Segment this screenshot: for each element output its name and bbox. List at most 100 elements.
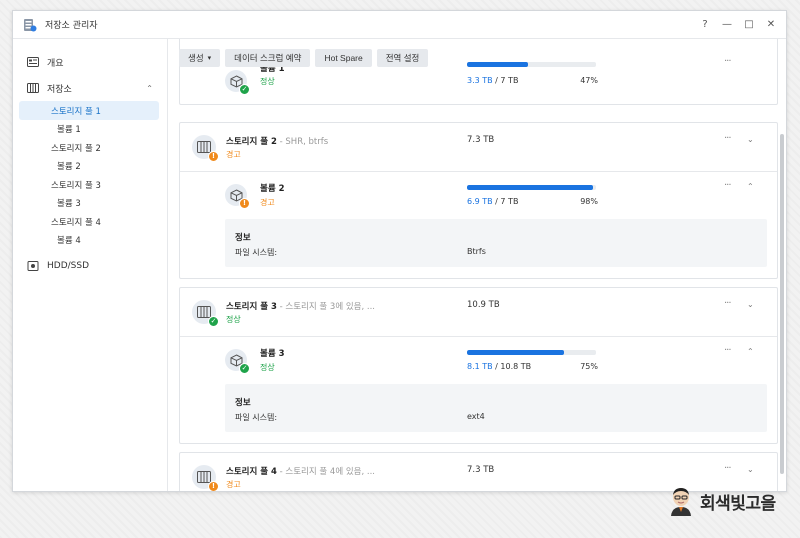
usage-text: 6.9 TB / 7 TB [467, 197, 518, 206]
storage-manager-app-icon [24, 18, 37, 31]
filesystem-value: Btrfs [467, 247, 486, 256]
storage-pool-3-card: ✓ 스토리지 풀 3 - 스토리지 풀 3에 있음, ... 정상 10.9 T… [179, 287, 778, 444]
hot-spare-button[interactable]: Hot Spare [315, 49, 372, 67]
avatar-icon [671, 488, 691, 516]
create-button-label: 생성 [188, 53, 204, 63]
volume-2-row[interactable]: ! 볼륨 2 경고 6.9 TB / 7 TB 98% ··· ⌃ [180, 171, 777, 219]
used-size: 3.3 TB [467, 76, 493, 85]
volume-name: 볼륨 3 [260, 349, 285, 359]
sidebar-item-pool-4[interactable]: 스토리지 풀 4 [19, 212, 159, 231]
sidebar-item-storage[interactable]: 저장소 ⌃ [13, 75, 167, 101]
maximize-icon[interactable]: □ [744, 19, 754, 30]
storage-pool-2-row[interactable]: ! 스토리지 풀 2 - SHR, btrfs 경고 7.3 TB ··· ⌄ [180, 123, 777, 171]
pool-name: 스토리지 풀 4 - 스토리지 풀 4에 있음, ... [226, 465, 375, 477]
volume-icon: ✓ [225, 70, 250, 95]
vertical-scrollbar[interactable] [780, 134, 784, 474]
pool-size: 7.3 TB [467, 465, 495, 475]
storage-pool-icon: ! [192, 135, 219, 162]
caret-down-icon: ▾ [207, 55, 212, 62]
pool-name: 스토리지 풀 3 - 스토리지 풀 3에 있음, ... [226, 300, 375, 312]
pool-description: - 스토리지 풀 4에 있음, ... [276, 467, 375, 477]
status-warning-icon: ! [208, 481, 219, 491]
global-settings-button[interactable]: 전역 설정 [376, 49, 429, 67]
pool-description: - SHR, btrfs [276, 137, 329, 147]
volume-status: 경고 [260, 198, 275, 207]
status-ok-icon: ✓ [239, 363, 250, 374]
watermark: 회색빛고을 [668, 486, 776, 516]
usage-bar-fill [467, 350, 564, 355]
expand-icon[interactable]: ⌄ [747, 135, 754, 144]
storage-icon [27, 83, 39, 93]
minimize-icon[interactable]: — [722, 19, 732, 30]
create-button[interactable]: 생성 ▾ [179, 49, 221, 67]
sidebar-item-label: 저장소 [47, 84, 72, 95]
pool-status: 경고 [226, 150, 241, 159]
pool-title: 스토리지 풀 4 [226, 467, 277, 477]
info-title: 정보 [235, 398, 251, 408]
sidebar-item-volume-2[interactable]: 볼륨 2 [13, 157, 167, 175]
expand-icon[interactable]: ⌄ [747, 465, 754, 474]
volume-status: 정상 [260, 77, 275, 86]
pool-size: 7.3 TB [467, 135, 495, 145]
pool-status: 정상 [226, 315, 241, 324]
usage-percent: 75% [580, 362, 598, 371]
storage-pool-icon: ✓ [192, 300, 219, 327]
pool-description: - 스토리지 풀 3에 있음, ... [276, 302, 375, 312]
overview-icon [27, 57, 39, 67]
usage-text: 8.1 TB / 10.8 TB [467, 362, 531, 371]
collapse-icon[interactable]: ⌃ [747, 347, 754, 356]
sidebar-item-label: HDD/SSD [47, 261, 90, 271]
sidebar-item-pool-3[interactable]: 스토리지 풀 3 [19, 175, 159, 194]
volume-status: 정상 [260, 363, 275, 372]
more-options-icon[interactable]: ··· [724, 133, 731, 144]
info-title: 정보 [235, 233, 251, 243]
more-options-icon[interactable]: ··· [724, 463, 731, 474]
window-controls: ? — □ ✕ [700, 19, 776, 30]
usage-bar-fill [467, 185, 594, 190]
usage-percent: 98% [580, 197, 598, 206]
window-title: 저장소 관리자 [45, 21, 98, 31]
more-options-icon[interactable]: ··· [724, 180, 731, 191]
sidebar-item-overview[interactable]: 개요 [13, 49, 167, 75]
sidebar-item-hdd-ssd[interactable]: HDD/SSD [13, 253, 167, 279]
usage-bar [467, 62, 596, 67]
pool-title: 스토리지 풀 2 [226, 137, 277, 147]
sidebar-item-pool-1[interactable]: 스토리지 풀 1 [19, 101, 159, 120]
filesystem-label: 파일 시스템: [235, 413, 278, 422]
status-ok-icon: ✓ [208, 316, 219, 327]
close-icon[interactable]: ✕ [766, 19, 776, 30]
sidebar-item-label: 개요 [47, 58, 64, 69]
sidebar: 개요 저장소 ⌃ 스토리지 풀 1 볼륨 1 스토리지 풀 2 볼륨 2 스토리… [13, 39, 168, 491]
sidebar-item-volume-3[interactable]: 볼륨 3 [13, 194, 167, 212]
usage-bar-fill [467, 62, 528, 67]
storage-manager-window: 저장소 관리자 ? — □ ✕ 개요 저장소 ⌃ 스토리지 풀 1 볼륨 1 스… [12, 10, 787, 492]
more-options-icon[interactable]: ··· [724, 345, 731, 356]
chevron-up-icon[interactable]: ⌃ [146, 84, 153, 93]
help-icon[interactable]: ? [700, 19, 710, 30]
pool-name: 스토리지 풀 2 - SHR, btrfs [226, 135, 328, 147]
storage-pool-3-row[interactable]: ✓ 스토리지 풀 3 - 스토리지 풀 3에 있음, ... 정상 10.9 T… [180, 288, 777, 336]
volume-3-row[interactable]: ✓ 볼륨 3 정상 8.1 TB / 10.8 TB 75% ··· ⌃ [180, 336, 777, 384]
filesystem-label: 파일 시스템: [235, 248, 278, 257]
volume-3-info-panel: 정보 파일 시스템: ext4 [225, 384, 767, 432]
more-options-icon[interactable]: ··· [724, 56, 731, 67]
watermark-text: 회색빛고을 [700, 493, 776, 514]
status-warning-icon: ! [239, 198, 250, 209]
sidebar-item-volume-4[interactable]: 볼륨 4 [13, 231, 167, 249]
schedule-scrub-button[interactable]: 데이터 스크럽 예약 [225, 49, 311, 67]
volume-name: 볼륨 2 [260, 184, 285, 194]
pool-size: 10.9 TB [467, 300, 500, 310]
main-panel: 생성 ▾ 데이터 스크럽 예약 Hot Spare 전역 설정 ✓ 볼륨 1 정… [169, 39, 786, 491]
total-size: / 10.8 TB [492, 362, 532, 371]
usage-percent: 47% [580, 76, 598, 85]
more-options-icon[interactable]: ··· [724, 298, 731, 309]
pool-status: 경고 [226, 480, 241, 489]
volume-icon: ✓ [225, 349, 250, 374]
sidebar-item-pool-2[interactable]: 스토리지 풀 2 [19, 138, 159, 157]
storage-pool-2-card: ! 스토리지 풀 2 - SHR, btrfs 경고 7.3 TB ··· ⌄ … [179, 122, 778, 279]
collapse-icon[interactable]: ⌃ [747, 182, 754, 191]
expand-icon[interactable]: ⌄ [747, 300, 754, 309]
status-ok-icon: ✓ [239, 84, 250, 95]
pool-title: 스토리지 풀 3 [226, 302, 277, 312]
sidebar-item-volume-1[interactable]: 볼륨 1 [13, 120, 167, 138]
